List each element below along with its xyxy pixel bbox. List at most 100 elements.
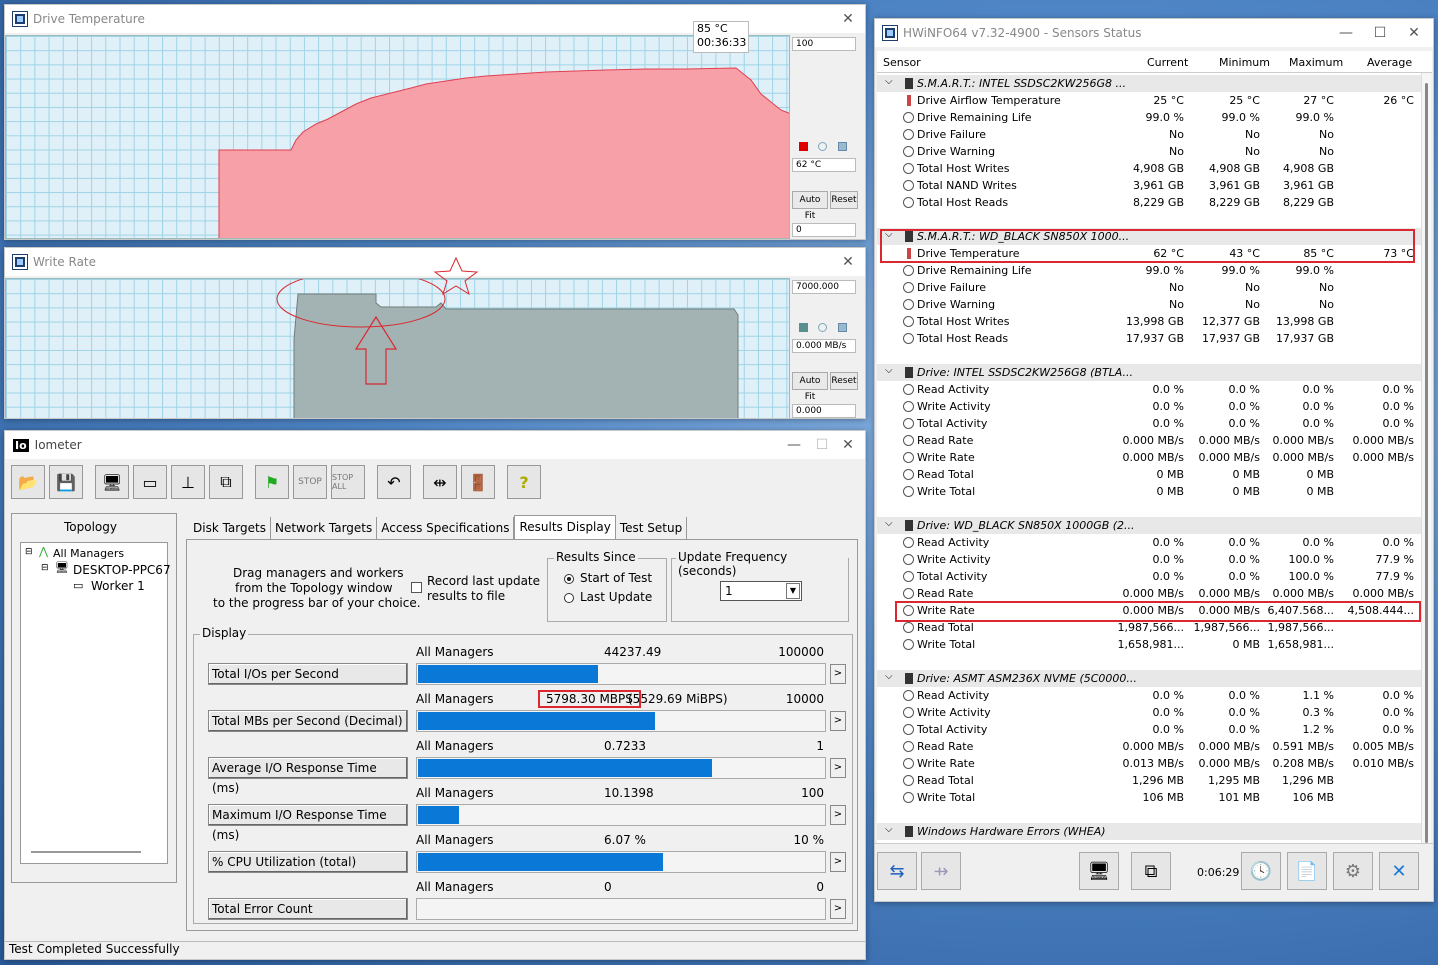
temp-reset-button[interactable]: Reset <box>830 191 858 209</box>
sensor-row[interactable]: Drive Airflow Temperature 25 °C 25 °C 27 °C… <box>877 92 1422 109</box>
tree-worker[interactable]: Worker 1 <box>91 579 145 593</box>
rate-blue-swatch[interactable] <box>838 323 847 332</box>
sensor-row[interactable]: Total Host Writes 13,998 GB 12,377 GB 13,99… <box>877 313 1422 330</box>
record-checkbox[interactable] <box>411 582 422 593</box>
sensor-row[interactable]: Total Host Reads 8,229 GB 8,229 GB 8,229 GB <box>877 194 1422 211</box>
rate-green-swatch[interactable] <box>799 323 808 332</box>
sensor-row[interactable]: Read Total 0 MB 0 MB 0 MB <box>877 466 1422 483</box>
col-current[interactable]: Current <box>1147 56 1188 69</box>
sensor-row[interactable]: Read Rate 0.000 MB/s 0.000 MB/s 0.000 MB/s 0… <box>877 432 1422 449</box>
chevron-down-icon[interactable]: ⌵ <box>885 824 893 835</box>
start-network-worker-icon[interactable]: ⊥ <box>171 465 205 499</box>
sensor-row[interactable]: Drive Remaining Life 99.0 % 99.0 % 99.0 % <box>877 109 1422 126</box>
sensor-row[interactable]: Total Host Writes 4,908 GB 4,908 GB 4,908 G… <box>877 160 1422 177</box>
sensor-row[interactable]: Write Activity 0.0 % 0.0 % 0.3 % 0.0 % <box>877 704 1422 721</box>
sensor-row[interactable]: Read Activity 0.0 % 0.0 % 1.1 % 0.0 % <box>877 687 1422 704</box>
metric-selector-button[interactable]: Total Error Count <box>208 898 408 920</box>
sensor-row[interactable]: Drive Failure No No No <box>877 279 1422 296</box>
nav-back-icon[interactable]: ⇆ <box>877 852 917 890</box>
tree-all-managers[interactable]: All Managers <box>53 547 124 560</box>
scrollbar-thumb[interactable] <box>1425 83 1428 843</box>
temp-red-swatch[interactable] <box>799 142 808 151</box>
metric-selector-button[interactable]: Total I/Os per Second <box>208 663 408 685</box>
close-icon[interactable]: ✕ <box>837 252 859 272</box>
close-sensors-icon[interactable]: ✕ <box>1379 852 1419 890</box>
tab-results-display[interactable]: Results Display <box>514 515 616 539</box>
col-minimum[interactable]: Minimum <box>1219 56 1270 69</box>
close-icon[interactable]: ✕ <box>837 435 859 455</box>
tab-access-specifications[interactable]: Access Specifications <box>377 517 515 539</box>
metric-expand-arrow-icon[interactable]: > <box>830 758 846 778</box>
stop-all-icon[interactable]: STOP ALL <box>331 465 365 499</box>
rate-reset-button[interactable]: Reset <box>830 372 858 390</box>
sensor-row[interactable]: Write Rate 0.013 MB/s 0.000 MB/s 0.208 MB/s… <box>877 755 1422 772</box>
metric-expand-arrow-icon[interactable]: > <box>830 805 846 825</box>
sensor-row[interactable]: Total Host Reads 17,937 GB 17,937 GB 17,937… <box>877 330 1422 347</box>
reset-workers-icon[interactable]: ↶ <box>377 465 411 499</box>
metric-selector-button[interactable]: % CPU Utilization (total) <box>208 851 408 873</box>
metric-selector-button[interactable]: Total MBs per Second (Decimal) <box>208 710 408 732</box>
tree-scrollbar[interactable] <box>31 851 141 853</box>
chevron-down-icon[interactable]: ⌵ <box>885 365 893 376</box>
sensor-group[interactable]: ⌵ S.M.A.R.T.: INTEL SSDSC2KW256G8 ... <box>877 75 1422 92</box>
stop-icon[interactable]: STOP <box>293 465 327 499</box>
chevron-down-icon[interactable]: ▼ <box>786 583 800 599</box>
chevron-down-icon[interactable]: ⌵ <box>885 671 893 682</box>
tree-expand-icon[interactable]: ⊟ <box>41 563 49 573</box>
sensor-group[interactable]: ⌵ Drive: ASMT ASM236X NVME (5C0000... <box>877 670 1422 687</box>
metric-expand-arrow-icon[interactable]: > <box>830 711 846 731</box>
sensor-row[interactable]: Write Rate 0.000 MB/s 0.000 MB/s 0.000 MB/s… <box>877 449 1422 466</box>
settings-gear-icon[interactable]: ⚙ <box>1333 852 1373 890</box>
disconnect-icon[interactable]: ⇹ <box>423 465 457 499</box>
minimize-icon[interactable]: — <box>1335 23 1357 43</box>
rate-autofit-button[interactable]: Auto Fit <box>792 372 828 402</box>
sensor-row[interactable]: Drive Failure No No No <box>877 126 1422 143</box>
metric-expand-arrow-icon[interactable]: > <box>830 852 846 872</box>
last-update-radio[interactable] <box>564 593 574 603</box>
sensor-row[interactable]: Write Total 0 MB 0 MB 0 MB <box>877 483 1422 500</box>
sensor-row[interactable]: Read Activity 0.0 % 0.0 % 0.0 % 0.0 % <box>877 534 1422 551</box>
tab-test-setup[interactable]: Test Setup <box>615 517 688 539</box>
sensor-row[interactable]: Drive Remaining Life 99.0 % 99.0 % 99.0 % <box>877 262 1422 279</box>
nav-collapse-icon[interactable]: ⇸ <box>921 852 961 890</box>
maximize-icon[interactable]: ☐ <box>1369 23 1391 43</box>
rate-circle-swatch[interactable] <box>818 323 827 332</box>
sensor-row[interactable]: Read Rate 0.000 MB/s 0.000 MB/s 0.000 MB/s 0… <box>877 585 1422 602</box>
network-icon[interactable]: 🖥 <box>1079 852 1119 890</box>
col-sensor[interactable]: Sensor <box>883 56 921 69</box>
tab-disk-targets[interactable]: Disk Targets <box>189 517 271 539</box>
temp-autofit-button[interactable]: Auto Fit <box>792 191 828 221</box>
metric-expand-arrow-icon[interactable]: > <box>830 664 846 684</box>
start-manager-icon[interactable]: 🖥 <box>95 465 129 499</box>
start-of-test-radio[interactable] <box>564 574 574 584</box>
sensor-row[interactable]: Write Total 106 MB 101 MB 106 MB <box>877 789 1422 806</box>
start-disk-worker-icon[interactable]: ▭ <box>133 465 167 499</box>
sensor-row[interactable]: Write Activity 0.0 % 0.0 % 100.0 % 77.9 % <box>877 551 1422 568</box>
sensor-row[interactable]: Read Total 1,296 MB 1,295 MB 1,296 MB <box>877 772 1422 789</box>
sensor-row[interactable]: Write Total 1,658,981... 0 MB 1,658,981... <box>877 636 1422 653</box>
chevron-down-icon[interactable]: ⌵ <box>885 518 893 529</box>
sensor-row[interactable]: Total Activity 0.0 % 0.0 % 0.0 % 0.0 % <box>877 415 1422 432</box>
sensor-list-scrollbar[interactable] <box>1421 73 1431 853</box>
sensor-row[interactable]: Read Rate 0.000 MB/s 0.000 MB/s 0.591 MB/s 0… <box>877 738 1422 755</box>
tree-desktop[interactable]: DESKTOP-PPC67 <box>73 563 171 577</box>
temp-blue-swatch[interactable] <box>838 142 847 151</box>
close-icon[interactable]: ✕ <box>837 9 859 29</box>
exit-icon[interactable]: 🚪 <box>461 465 495 499</box>
update-frequency-select[interactable]: 1 ▼ <box>720 581 802 601</box>
start-tests-icon[interactable]: ⚑ <box>255 465 289 499</box>
sensor-group[interactable]: ⌵ Drive: WD_BLACK SN850X 1000GB (2... <box>877 517 1422 534</box>
sensor-row[interactable]: Drive Warning No No No <box>877 296 1422 313</box>
col-maximum[interactable]: Maximum <box>1289 56 1343 69</box>
temp-circle-swatch[interactable] <box>818 142 827 151</box>
sensor-row[interactable]: Total NAND Writes 3,961 GB 3,961 GB 3,961 G… <box>877 177 1422 194</box>
clock-icon[interactable]: 🕓 <box>1241 852 1281 890</box>
chevron-down-icon[interactable]: ⌵ <box>885 76 893 87</box>
sensor-row[interactable]: Drive Warning No No No <box>877 143 1422 160</box>
add-report-icon[interactable]: 📄 <box>1287 852 1327 890</box>
open-icon[interactable]: 📂 <box>11 465 45 499</box>
metric-selector-button[interactable]: Maximum I/O Response Time (ms) <box>208 804 408 842</box>
tree-expand-icon[interactable]: ⊟ <box>25 547 33 557</box>
remote-icon[interactable]: ⧉ <box>1131 852 1171 890</box>
sensor-group[interactable]: ⌵ Windows Hardware Errors (WHEA) <box>877 823 1422 840</box>
